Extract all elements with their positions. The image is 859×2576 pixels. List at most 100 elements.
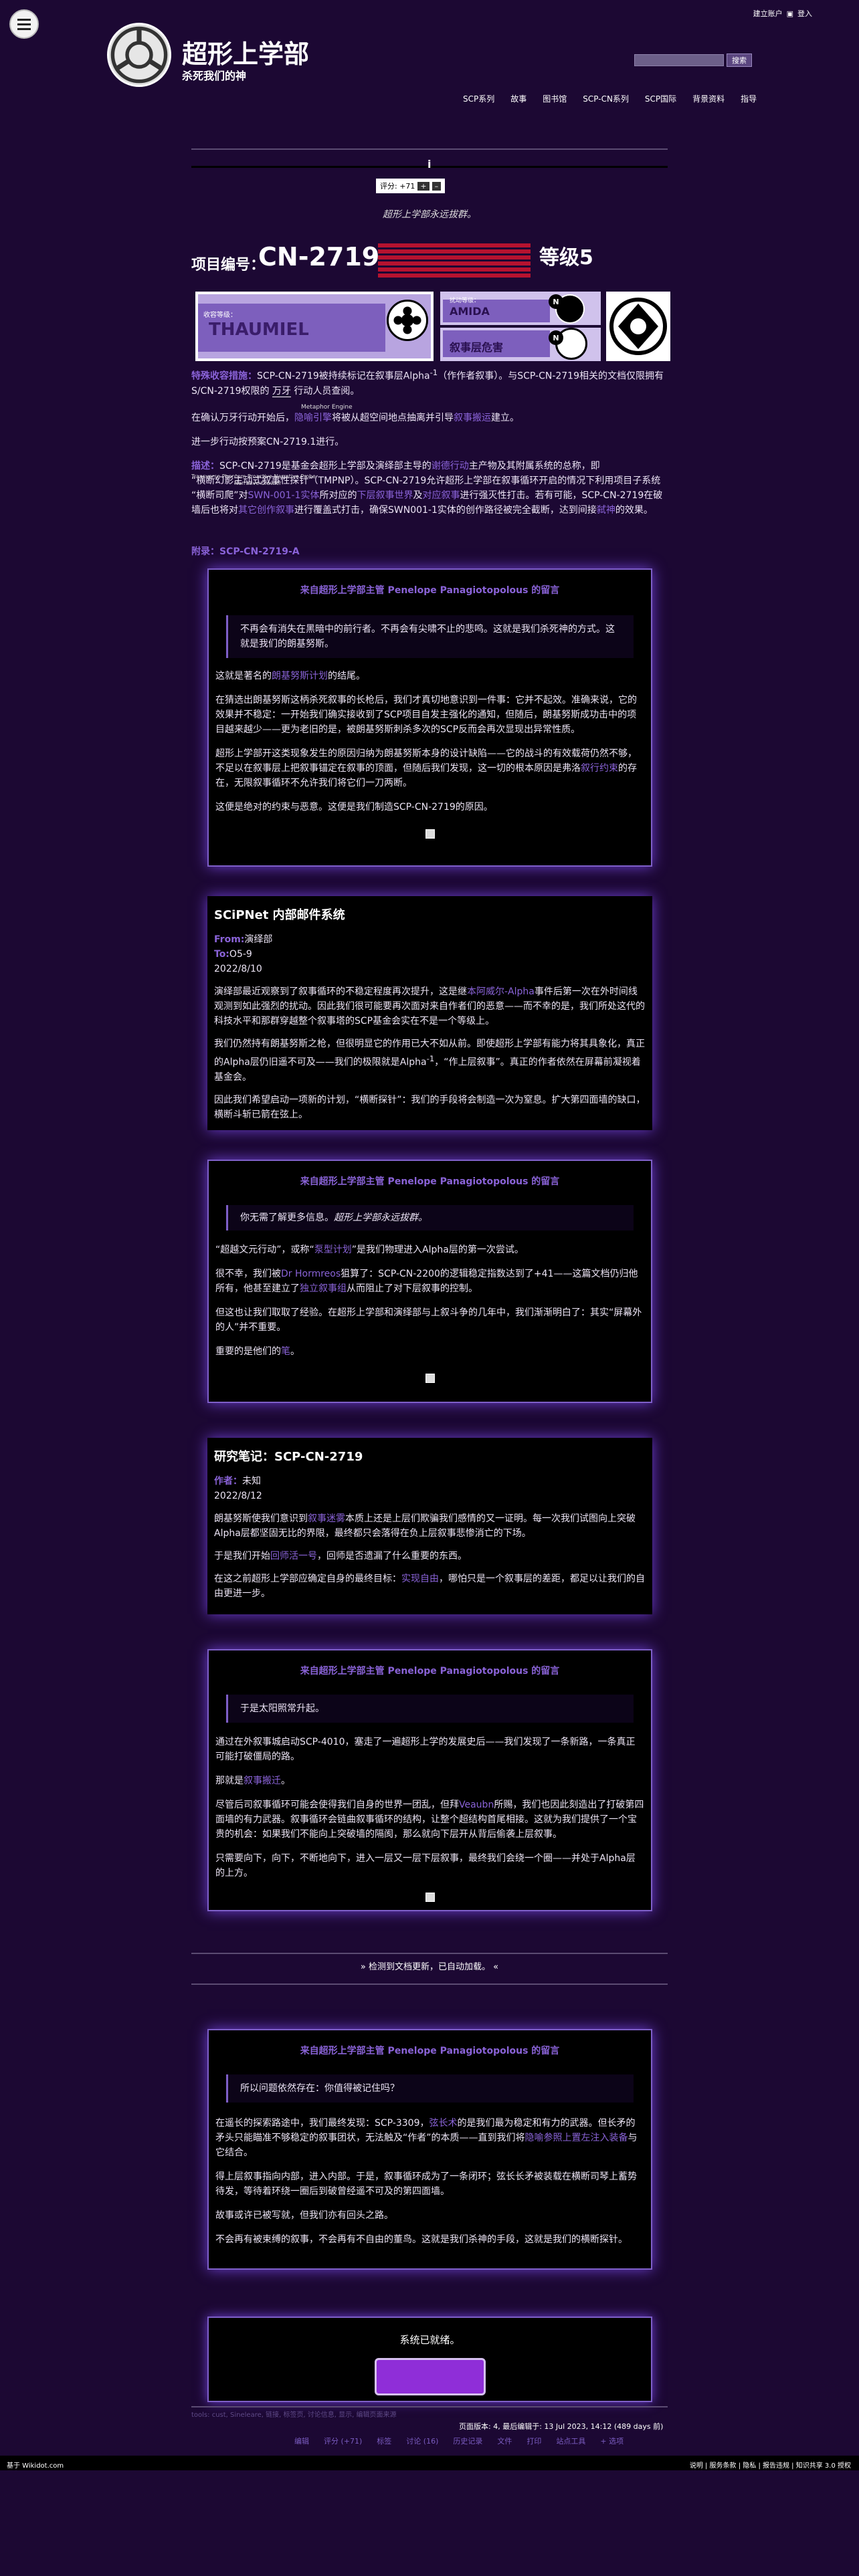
author-label: 作者： [214, 1476, 242, 1487]
paragraph: 得上层叙事指向内部，进入内部。于是，叙事循环成为了一条闭环；弦长长矛被装载在横断… [215, 2171, 637, 2197]
mail-date: 2022/8/10 [214, 964, 262, 974]
paragraph: 很不幸，我们被Dr Hormreos狙算了：SCP-CN-2200的逻辑稳定指数… [215, 1267, 644, 1296]
link[interactable]: Dr Hormreos [281, 1269, 341, 1279]
link[interactable]: 回师活一号 [270, 1551, 317, 1562]
item-number-label: 项目编号： [191, 257, 266, 274]
text: 从而阻止了对下层叙事的控制。 [347, 1283, 478, 1294]
nav-item[interactable]: 指导 [733, 93, 765, 104]
update-notice: » 检测到文档更新，已自动加载。 « [360, 1962, 499, 1972]
link[interactable]: 隐喻参照上置左注入装备 [525, 2133, 628, 2143]
paragraph: 于是我们开始回师活一号，回师是否遗漏了什么重要的东西。 [214, 1549, 646, 1564]
option-link[interactable]: 文件 [497, 2436, 512, 2446]
site-logo[interactable] [107, 23, 171, 87]
option-link[interactable]: 评分 (+71) [324, 2436, 362, 2446]
text: 朗基努斯使我们意识到 [214, 1513, 308, 1524]
appendix: 附录：SCP-CN-2719-A [191, 544, 668, 559]
text: 在遥长的探索路途中，我们最终发现：SCP-3309， [215, 2118, 430, 2129]
link[interactable]: 叙事搬迁 [244, 1776, 281, 1786]
nav-item[interactable]: SCP-CN系列 [575, 93, 637, 104]
info-icon[interactable]: ⅰ [427, 158, 432, 171]
link[interactable]: 其它创作叙事 [238, 505, 294, 516]
page-tools[interactable]: tools: cust, Sineleare, 链接, 标签页, 讨论信息, 显… [191, 2409, 397, 2419]
paragraph: 不会再有被束缚的叙事，不会再有不自由的董鸟。这就是我们杀神的手段，这就是我们的横… [215, 2234, 628, 2245]
divider [191, 1983, 668, 1985]
box-quote: 你无需了解更多信息。超形上学部永远拔群。 [226, 1205, 634, 1230]
link[interactable]: 叙行约束 [581, 763, 618, 774]
text: 未知 [242, 1476, 261, 1487]
image-placeholder-icon [425, 829, 435, 839]
link[interactable]: 隐喻引擎 [294, 413, 332, 423]
powered-by[interactable]: 基于 Wikidot.com [7, 2460, 64, 2470]
link[interactable]: Veaubn [459, 1800, 494, 1810]
link[interactable]: 独立叙事组 [300, 1283, 347, 1294]
footer-links[interactable]: 说明 | 服务条款 | 隐私 | 报告违规 | 知识共享 3.0 授权 [690, 2460, 851, 2470]
text: 万牙 [272, 385, 291, 397]
text: 的结尾。 [328, 671, 365, 681]
nav-item[interactable]: 故事 [502, 93, 535, 104]
search-input[interactable] [634, 54, 724, 66]
paragraph: 我们仍然持有朗基努斯之枪，但很明显它的作用已大不如从前。即使超形上学部有能力将其… [214, 1037, 646, 1085]
paragraph: 这就是著名的朗基努斯计划的结尾。 [215, 669, 644, 683]
rate-up-button[interactable]: + [417, 181, 430, 191]
create-account-link[interactable]: 建立账户 [753, 8, 783, 19]
paragraph: 但这也让我们取取了经验。在超形上学部和演绎部与上叙斗争的几年中，我们渐渐明白了：… [215, 1307, 642, 1333]
launch-button[interactable] [375, 2358, 486, 2395]
top-nav: SCP系列 故事 图书馆 SCP-CN系列 SCP国际 背景资料 指导 [455, 93, 765, 104]
text: 所对应的 [319, 490, 357, 501]
user-icon: ▣ [786, 9, 793, 18]
message-box: 来自超形上学部主管 Penelope Panagiotopolous 的留言 于… [207, 1649, 652, 1911]
link[interactable]: 朗基努斯计划 [272, 671, 328, 681]
paragraph: 只需要向下，向下，不断地向下，进入一层又一层下层叙事，最终我们会绕一个圈——并处… [215, 1853, 636, 1879]
link[interactable]: 叙事搬运 [454, 413, 491, 423]
text: 及 [413, 490, 423, 501]
nav-item[interactable]: 背景资料 [684, 93, 733, 104]
option-link[interactable]: 历史记录 [453, 2436, 482, 2446]
link[interactable]: 弑神 [597, 505, 615, 516]
search-button[interactable]: 搜索 [727, 53, 752, 67]
text: O5-9 [229, 949, 252, 960]
link[interactable]: 谢德行动 [432, 461, 469, 471]
link[interactable]: SWN-001-1实体 [248, 490, 320, 501]
rate-down-button[interactable]: – [432, 181, 442, 191]
menu-button[interactable] [9, 9, 39, 39]
box-header: 来自超形上学部主管 Penelope Panagiotopolous 的留言 [300, 2046, 560, 2056]
text: -1 [430, 368, 438, 377]
text: 你无需了解更多信息。 [240, 1212, 334, 1223]
image-placeholder-icon [425, 1893, 435, 1902]
text: SCP-CN-2719被持续标记在叙事层Alpha [257, 370, 430, 382]
link[interactable]: 叙事迷雾 [308, 1513, 345, 1524]
link[interactable]: 下层叙事世界 [357, 490, 413, 501]
rating-label: 评分: +71 [380, 182, 415, 191]
option-link[interactable]: 讨论 (16) [406, 2436, 438, 2446]
message-box: 来自超形上学部主管 Penelope Panagiotopolous 的留言 不… [207, 568, 652, 867]
option-link[interactable]: 编辑 [294, 2436, 309, 2446]
link[interactable]: 笔 [281, 1346, 290, 1357]
option-link[interactable]: + 选项 [600, 2436, 624, 2446]
text: 对 [238, 490, 248, 501]
option-link[interactable]: 站点工具 [556, 2436, 585, 2446]
box-header: 来自超形上学部主管 Penelope Panagiotopolous 的留言 [300, 1176, 560, 1187]
login-link[interactable]: 登入 [797, 8, 812, 19]
link[interactable]: 对应叙事 [422, 490, 460, 501]
link[interactable]: 泵型计划 [314, 1245, 352, 1255]
option-link[interactable]: 标签 [377, 2436, 391, 2446]
text: 在确认万牙行动开始后， [191, 413, 294, 423]
to-label: To: [214, 949, 229, 960]
link[interactable]: 本阿威尔-Alpha [467, 986, 535, 997]
redacted-stripes [378, 243, 531, 282]
from-label: From: [214, 934, 245, 945]
link[interactable]: 实现自由 [401, 1574, 439, 1584]
divider [191, 2406, 668, 2407]
site-title: 超形上学部 [182, 39, 310, 69]
text: -1 [426, 1054, 435, 1063]
link[interactable]: 弦长术 [429, 2118, 457, 2129]
box-header: 来自超形上学部主管 Penelope Panagiotopolous 的留言 [300, 1666, 560, 1677]
text: 于是我们开始 [214, 1551, 270, 1562]
item-number: CN-2719 [258, 242, 380, 272]
text: 很不幸，我们被 [215, 1269, 281, 1279]
mail-to: To:O5-9 [214, 947, 646, 962]
nav-item[interactable]: 图书馆 [535, 93, 575, 104]
nav-item[interactable]: SCP系列 [455, 93, 502, 104]
nav-item[interactable]: SCP国际 [637, 93, 684, 104]
option-link[interactable]: 打印 [527, 2436, 541, 2446]
